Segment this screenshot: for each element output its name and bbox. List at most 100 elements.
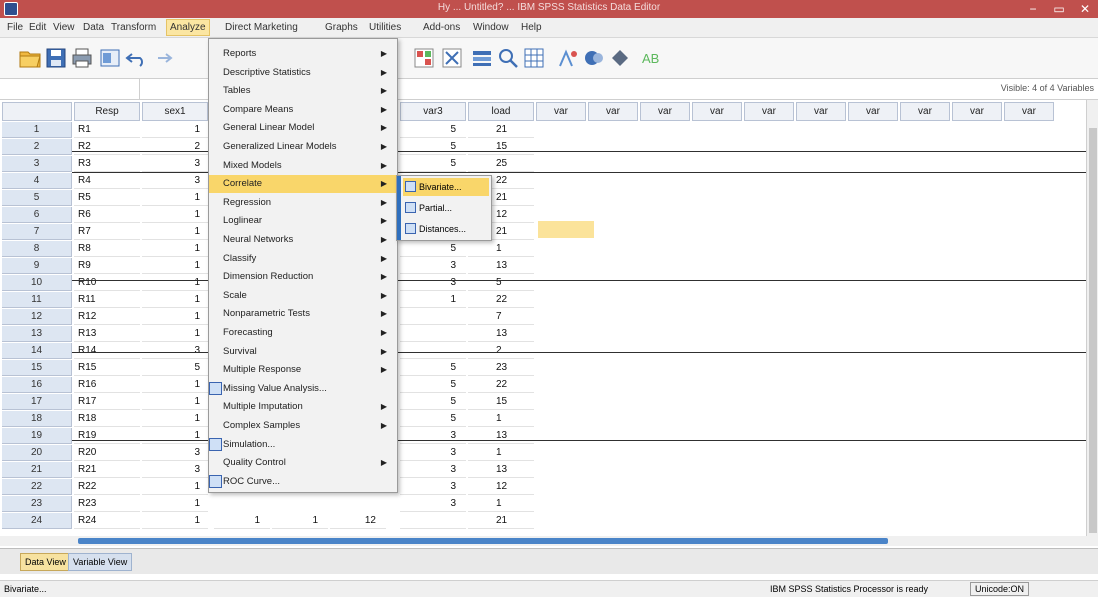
- cell-load[interactable]: 21: [468, 122, 534, 138]
- row-number[interactable]: 7: [2, 224, 72, 240]
- cell-resp[interactable]: R23: [74, 496, 140, 512]
- select-cases-icon[interactable]: [470, 46, 494, 70]
- cell-load[interactable]: 21: [468, 513, 534, 529]
- use-sets-icon[interactable]: [582, 46, 606, 70]
- close-button[interactable]: ✕: [1072, 0, 1098, 18]
- row-number[interactable]: 5: [2, 190, 72, 206]
- cell-name-box[interactable]: [0, 79, 140, 99]
- cell-var3[interactable]: 3: [400, 479, 466, 495]
- menu-data[interactable]: Data: [80, 21, 107, 34]
- cell-resp[interactable]: R8: [74, 241, 140, 257]
- cell-load[interactable]: 15: [468, 394, 534, 410]
- menu-item-compare-means[interactable]: Compare Means ▶: [209, 101, 397, 119]
- weight-cases-icon[interactable]: [440, 46, 464, 70]
- print-icon[interactable]: [70, 46, 94, 70]
- menu-item-reports[interactable]: Reports ▶: [209, 45, 397, 63]
- cell-resp[interactable]: R7: [74, 224, 140, 240]
- cell-var3[interactable]: 5: [400, 241, 466, 257]
- column-header-resp[interactable]: Resp: [74, 102, 140, 121]
- row-number[interactable]: 17: [2, 394, 72, 410]
- menu-item-general-linear-model[interactable]: General Linear Model ▶: [209, 119, 397, 137]
- submenu-item-distances[interactable]: Distances...: [403, 220, 489, 238]
- cell-load[interactable]: 22: [468, 292, 534, 308]
- cell-load[interactable]: 5: [468, 275, 534, 291]
- redo-icon[interactable]: [150, 46, 174, 70]
- find-icon[interactable]: [496, 46, 520, 70]
- horizontal-scroll-thumb[interactable]: [78, 538, 888, 544]
- cell-var3[interactable]: 5: [400, 139, 466, 155]
- cell-load[interactable]: 25: [468, 156, 534, 172]
- cell-sex1[interactable]: 1: [142, 190, 208, 206]
- column-header-var[interactable]: var: [796, 102, 846, 121]
- row-number[interactable]: 13: [2, 326, 72, 342]
- cell-hidden-column[interactable]: 12: [330, 513, 386, 529]
- menu-item-generalized-linear-models[interactable]: Generalized Linear Models ▶: [209, 138, 397, 156]
- menu-item-simulation[interactable]: Simulation...: [209, 436, 397, 454]
- insert-variable-icon[interactable]: [608, 46, 632, 70]
- menu-direct-marketing[interactable]: Direct Marketing: [222, 21, 301, 34]
- cell-hidden-column[interactable]: 1: [272, 513, 328, 529]
- undo-icon[interactable]: [124, 46, 148, 70]
- menu-transform[interactable]: Transform: [108, 21, 159, 34]
- row-number[interactable]: 22: [2, 479, 72, 495]
- cell-load[interactable]: 2: [468, 343, 534, 359]
- row-number[interactable]: 6: [2, 207, 72, 223]
- split-file-icon[interactable]: [412, 46, 436, 70]
- cell-sex1[interactable]: 1: [142, 241, 208, 257]
- row-number[interactable]: 18: [2, 411, 72, 427]
- cell-var3[interactable]: 3: [400, 462, 466, 478]
- variables-icon[interactable]: [522, 46, 546, 70]
- goto-variable-icon[interactable]: AB: [640, 46, 664, 70]
- cell-sex1[interactable]: 2: [142, 139, 208, 155]
- menu-view[interactable]: View: [50, 21, 78, 34]
- column-header-var[interactable]: var: [536, 102, 586, 121]
- menu-item-loglinear[interactable]: Loglinear ▶: [209, 212, 397, 230]
- cell-var3[interactable]: 3: [400, 275, 466, 291]
- column-header-sex1[interactable]: sex1: [142, 102, 208, 121]
- row-number[interactable]: 14: [2, 343, 72, 359]
- cell-var3[interactable]: [400, 513, 466, 529]
- tab-data-view[interactable]: Data View: [20, 553, 71, 571]
- row-number[interactable]: 4: [2, 173, 72, 189]
- cell-sex1[interactable]: 1: [142, 122, 208, 138]
- menu-help[interactable]: Help: [518, 21, 545, 34]
- cell-load[interactable]: 1: [468, 241, 534, 257]
- maximize-button[interactable]: ▭: [1046, 0, 1072, 18]
- cell-load[interactable]: 1: [468, 411, 534, 427]
- cell-resp[interactable]: R5: [74, 190, 140, 206]
- cell-sex1[interactable]: 1: [142, 207, 208, 223]
- cell-resp[interactable]: R24: [74, 513, 140, 529]
- grid-corner[interactable]: [2, 102, 72, 121]
- open-icon[interactable]: [18, 46, 42, 70]
- menu-item-multiple-imputation[interactable]: Multiple Imputation ▶: [209, 398, 397, 416]
- cell-var3[interactable]: 5: [400, 411, 466, 427]
- row-number[interactable]: 11: [2, 292, 72, 308]
- cell-sex1[interactable]: 1: [142, 479, 208, 495]
- row-number[interactable]: 2: [2, 139, 72, 155]
- vertical-scrollbar[interactable]: [1086, 100, 1098, 536]
- cell-load[interactable]: 15: [468, 139, 534, 155]
- cell-sex1[interactable]: 1: [142, 411, 208, 427]
- column-header-var[interactable]: var: [692, 102, 742, 121]
- cell-resp[interactable]: R6: [74, 207, 140, 223]
- tab-variable-view[interactable]: Variable View: [68, 553, 133, 571]
- save-icon[interactable]: [44, 46, 68, 70]
- cell-sex1[interactable]: 1: [142, 258, 208, 274]
- cell-sex1[interactable]: 1: [142, 496, 208, 512]
- cell-resp[interactable]: R22: [74, 479, 140, 495]
- column-header-var[interactable]: var: [900, 102, 950, 121]
- cell-resp[interactable]: R4: [74, 173, 140, 189]
- cell-var3[interactable]: 3: [400, 445, 466, 461]
- menu-item-scale[interactable]: Scale ▶: [209, 287, 397, 305]
- menu-item-survival[interactable]: Survival ▶: [209, 343, 397, 361]
- cell-resp[interactable]: R20: [74, 445, 140, 461]
- cell-var3[interactable]: 5: [400, 156, 466, 172]
- row-number[interactable]: 3: [2, 156, 72, 172]
- row-number[interactable]: 20: [2, 445, 72, 461]
- cell-resp[interactable]: R10: [74, 275, 140, 291]
- row-number[interactable]: 1: [2, 122, 72, 138]
- cell-load[interactable]: 13: [468, 326, 534, 342]
- cell-sex1[interactable]: 3: [142, 445, 208, 461]
- column-header-load[interactable]: load: [468, 102, 534, 121]
- cell-sex1[interactable]: 1: [142, 224, 208, 240]
